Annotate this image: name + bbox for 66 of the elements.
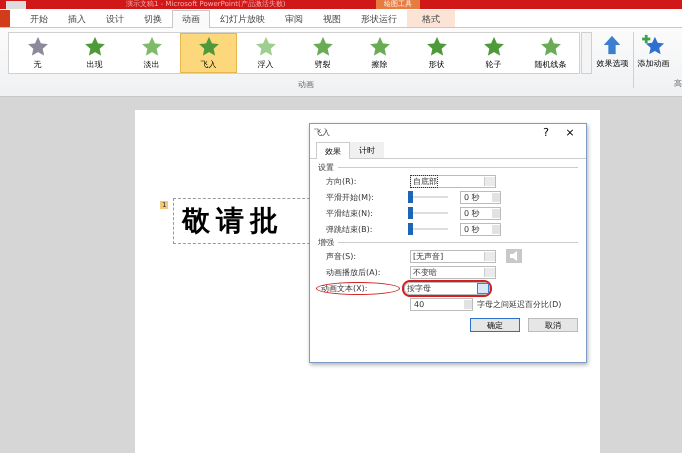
dialog-tab[interactable]: 效果 (316, 142, 350, 159)
gallery-scrollbar[interactable] (581, 32, 592, 74)
spin-field[interactable]: 0 秒 (460, 190, 501, 204)
slider-thumb[interactable] (408, 207, 413, 219)
star-icon (140, 36, 162, 58)
speaker-icon (509, 250, 519, 262)
animation-option[interactable]: 淡出 (123, 33, 180, 73)
star-icon (84, 36, 106, 58)
animation-option[interactable]: 劈裂 (294, 33, 351, 73)
dialog-tab[interactable]: 计时 (350, 142, 384, 158)
effect-options-button[interactable]: 效果选项 (592, 32, 633, 69)
ribbon-tab[interactable]: 插入 (58, 10, 96, 27)
section-heading: 设置 (318, 162, 334, 173)
field-label: 动画播放后(A): (325, 266, 382, 278)
slider-thumb[interactable] (408, 223, 413, 235)
field-label: 声音(S): (325, 250, 358, 262)
animation-option[interactable]: 出现 (66, 33, 123, 73)
dropdown[interactable]: 不变暗 (410, 266, 496, 278)
spin-field[interactable]: 0 秒 (460, 222, 501, 236)
dropdown[interactable]: [无声音] (410, 250, 496, 262)
cancel-button[interactable]: 取消 (528, 318, 578, 332)
star-plus-icon (642, 34, 666, 56)
animation-option[interactable]: 随机线条 (522, 33, 579, 73)
help-button[interactable]: ? (534, 126, 558, 138)
slider[interactable] (408, 223, 448, 235)
star-icon (426, 36, 448, 58)
slider-thumb[interactable] (408, 191, 413, 203)
animation-option[interactable]: 擦除 (351, 33, 408, 73)
ribbon-tab[interactable]: 视图 (313, 10, 351, 27)
slider[interactable] (408, 207, 448, 219)
add-animation-button[interactable]: 添加动画 (633, 32, 674, 69)
star-icon (312, 36, 334, 58)
star-icon (254, 36, 276, 58)
ribbon-tab[interactable]: 切换 (134, 10, 172, 27)
dialog-title: 飞入 (314, 126, 331, 138)
star-icon (482, 36, 504, 58)
ribbon-tab[interactable]: 开始 (20, 10, 58, 27)
ribbon-tab[interactable]: 形状运行 (351, 10, 407, 27)
star-icon (368, 36, 390, 58)
ribbon-tab[interactable]: 审阅 (275, 10, 313, 27)
star-icon (198, 36, 220, 58)
direction-dropdown[interactable]: 自底部 (410, 174, 496, 188)
star-icon (26, 36, 48, 58)
ribbon-tab[interactable]: 格式 (407, 10, 455, 27)
speaker-button[interactable] (506, 249, 522, 263)
animation-option[interactable]: 轮子 (465, 33, 522, 73)
animation-option[interactable]: 浮入 (237, 33, 294, 73)
slide-text: 敬请批 (182, 203, 284, 239)
field-label: 字母之间延迟百分比(D) (477, 298, 562, 310)
group-label: 高 (674, 78, 682, 89)
ok-button[interactable]: 确定 (470, 318, 520, 332)
ribbon-tab[interactable]: 幻灯片放映 (210, 10, 275, 27)
field-label: 动画文本(X): (316, 282, 400, 294)
dropdown[interactable]: 按字母 (404, 282, 490, 294)
ribbon-tab[interactable]: 设计 (96, 10, 134, 27)
close-button[interactable]: × (558, 126, 582, 138)
animation-option[interactable]: 飞入 (180, 33, 237, 73)
slider[interactable] (408, 191, 448, 203)
animation-option[interactable]: 无 (9, 33, 66, 73)
group-label: 动画 (298, 79, 314, 90)
animation-option[interactable]: 形状 (408, 33, 465, 73)
delay-spin-field[interactable]: 40 (410, 298, 473, 310)
ribbon-tab[interactable]: 动画 (172, 10, 210, 28)
field-label: 方向(R): (325, 176, 358, 186)
star-icon (540, 36, 562, 58)
spin-field[interactable]: 0 秒 (460, 206, 501, 220)
